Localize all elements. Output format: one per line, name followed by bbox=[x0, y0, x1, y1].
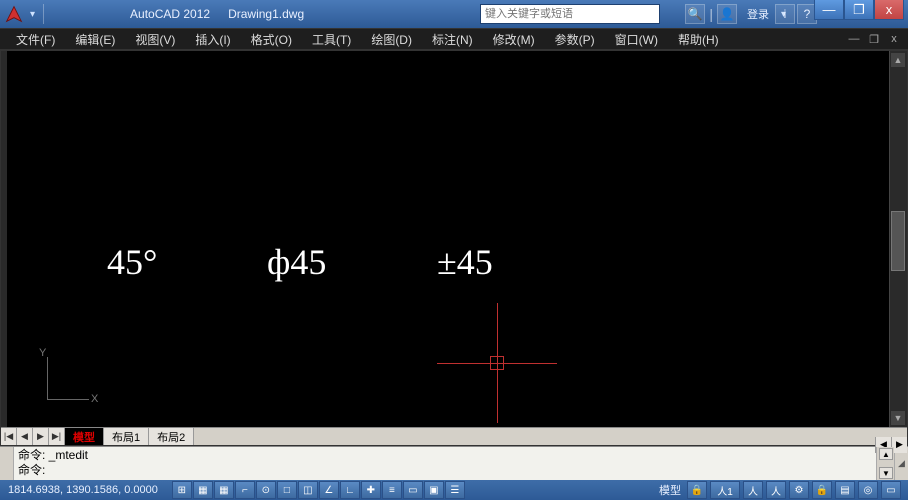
command-line-area: 命令: _mtedit 命令: ▲ ▼ ◢ bbox=[0, 446, 908, 480]
title-bar: ▾ AutoCAD 2012 Drawing1.dwg 🔍 | 👤 登录 ▾ i… bbox=[0, 0, 908, 28]
signin-person-icon[interactable]: 👤 bbox=[717, 4, 737, 24]
title-right-group: 🔍 | 👤 登录 ▾ bbox=[685, 0, 788, 28]
vertical-scrollbar-track[interactable]: ▲ ▼ bbox=[889, 51, 907, 445]
close-button[interactable]: x bbox=[874, 0, 904, 20]
quickaccess-dropdown-icon[interactable]: ▾ bbox=[28, 9, 37, 20]
status-right-group: 模型 🔒 人1 人 人 ⚙ 🔒 ▤ ◎ ▭ bbox=[659, 481, 902, 499]
drawing-canvas[interactable]: 45° ф45 ±45 Y X bbox=[7, 51, 889, 427]
title-sep: | bbox=[709, 6, 713, 22]
tab-nav-buttons: |◀ ◀ ▶ ▶| bbox=[1, 428, 65, 445]
minimize-button[interactable]: — bbox=[814, 0, 844, 20]
sb-polar[interactable]: ⊙ bbox=[256, 481, 276, 499]
maximize-button[interactable]: ❐ bbox=[844, 0, 874, 20]
menu-help[interactable]: 帮助(H) bbox=[668, 29, 729, 50]
sb-ortho[interactable]: ⌐ bbox=[235, 481, 255, 499]
status-toggle-group: ⊞ ▦ ▦ ⌐ ⊙ □ ◫ ∠ ∟ ✚ ≡ ▭ ▣ ☰ bbox=[172, 481, 466, 499]
command-line[interactable]: 命令: _mtedit 命令: bbox=[14, 447, 876, 480]
sb-snap[interactable]: ▦ bbox=[193, 481, 213, 499]
sb-workspace-icon[interactable]: ⚙ bbox=[789, 481, 809, 499]
signin-link[interactable]: 登录 bbox=[747, 6, 769, 22]
menu-insert[interactable]: 插入(I) bbox=[185, 29, 240, 50]
title-separator bbox=[43, 4, 44, 24]
ucs-x-axis bbox=[47, 399, 89, 400]
cmd-scroll-up-icon[interactable]: ▲ bbox=[879, 448, 893, 460]
doc-window-controls: — ❐ x bbox=[846, 31, 902, 47]
crosshair-v bbox=[497, 303, 498, 423]
drawing-text-diameter: ф45 bbox=[267, 241, 326, 283]
sb-lwt[interactable]: ≡ bbox=[382, 481, 402, 499]
command-prompt: 命令: bbox=[18, 463, 45, 477]
doc-restore-button[interactable]: ❐ bbox=[866, 31, 882, 47]
scroll-up-icon[interactable]: ▲ bbox=[891, 53, 905, 67]
doc-name: Drawing1.dwg bbox=[228, 7, 304, 21]
ucs-x-label: X bbox=[91, 393, 98, 405]
crosshair-h bbox=[437, 363, 557, 364]
ucs-y-label: Y bbox=[39, 347, 46, 359]
ucs-y-axis bbox=[47, 357, 48, 399]
app-name: AutoCAD 2012 bbox=[130, 7, 210, 21]
sb-viewport-lock-icon[interactable]: 🔒 bbox=[687, 481, 707, 499]
tab-model[interactable]: 模型 bbox=[65, 428, 104, 445]
menu-window[interactable]: 窗口(W) bbox=[605, 29, 668, 50]
tab-nav-prev[interactable]: ◀ bbox=[17, 428, 33, 445]
sb-cleanscreen-icon[interactable]: ▭ bbox=[881, 481, 901, 499]
menu-param[interactable]: 参数(P) bbox=[545, 29, 605, 50]
sb-annoscale[interactable]: 人1 bbox=[710, 481, 740, 499]
doc-minimize-button[interactable]: — bbox=[846, 31, 862, 47]
menu-edit[interactable]: 编辑(E) bbox=[65, 29, 125, 50]
sb-hardware-icon[interactable]: ▤ bbox=[835, 481, 855, 499]
sb-qp[interactable]: ▣ bbox=[424, 481, 444, 499]
search-box[interactable] bbox=[480, 4, 660, 24]
search-submit-icon[interactable]: 🔍 bbox=[685, 4, 705, 24]
window-controls: — ❐ x bbox=[814, 0, 904, 20]
menu-draw[interactable]: 绘图(D) bbox=[361, 29, 422, 50]
command-line-grip[interactable] bbox=[0, 447, 14, 480]
sb-tpy[interactable]: ▭ bbox=[403, 481, 423, 499]
tab-nav-last[interactable]: ▶| bbox=[49, 428, 65, 445]
crosshair-pickbox bbox=[490, 356, 504, 370]
menu-bar: 文件(F) 编辑(E) 视图(V) 插入(I) 格式(O) 工具(T) 绘图(D… bbox=[0, 28, 908, 50]
tab-layout2[interactable]: 布局2 bbox=[149, 428, 194, 445]
sb-toolbar-lock-icon[interactable]: 🔒 bbox=[812, 481, 832, 499]
sb-sc[interactable]: ☰ bbox=[445, 481, 465, 499]
menu-view[interactable]: 视图(V) bbox=[125, 29, 185, 50]
drawing-text-degree: 45° bbox=[107, 241, 157, 283]
menu-file[interactable]: 文件(F) bbox=[6, 29, 65, 50]
sb-isolate-icon[interactable]: ◎ bbox=[858, 481, 878, 499]
status-bar: 1814.6938, 1390.1586, 0.0000 ⊞ ▦ ▦ ⌐ ⊙ □… bbox=[0, 480, 908, 500]
drawing-text-plusminus: ±45 bbox=[437, 241, 493, 283]
command-scrollbar[interactable]: ▲ ▼ bbox=[876, 447, 894, 480]
tab-nav-next[interactable]: ▶ bbox=[33, 428, 49, 445]
coordinate-readout[interactable]: 1814.6938, 1390.1586, 0.0000 bbox=[0, 484, 166, 496]
tab-layout1[interactable]: 布局1 bbox=[104, 428, 149, 445]
sb-osnap[interactable]: □ bbox=[277, 481, 297, 499]
menu-tools[interactable]: 工具(T) bbox=[302, 29, 361, 50]
command-history-line: 命令: _mtedit bbox=[18, 448, 88, 462]
sb-3dosnap[interactable]: ◫ bbox=[298, 481, 318, 499]
sb-annovis[interactable]: 人 bbox=[766, 481, 786, 499]
layout-tab-row: |◀ ◀ ▶ ▶| 模型 布局1 布局2 ◀ ▶ bbox=[1, 427, 907, 445]
sb-otrack[interactable]: ∠ bbox=[319, 481, 339, 499]
sb-grid[interactable]: ▦ bbox=[214, 481, 234, 499]
cmd-scroll-down-icon[interactable]: ▼ bbox=[879, 467, 893, 479]
menu-dim[interactable]: 标注(N) bbox=[422, 29, 483, 50]
exchange-icon[interactable]: i bbox=[775, 4, 795, 24]
scroll-down-icon[interactable]: ▼ bbox=[891, 411, 905, 425]
sb-dyn[interactable]: ✚ bbox=[361, 481, 381, 499]
vertical-scrollbar-thumb[interactable] bbox=[891, 211, 905, 271]
menu-modify[interactable]: 修改(M) bbox=[483, 29, 545, 50]
drawing-area-wrap: 45° ф45 ±45 Y X ▲ ▼ |◀ ◀ ▶ ▶| 模型 布局1 布局2 bbox=[0, 50, 908, 446]
sb-infer[interactable]: ⊞ bbox=[172, 481, 192, 499]
tab-nav-first[interactable]: |◀ bbox=[1, 428, 17, 445]
sb-annoautoscale[interactable]: 人 bbox=[743, 481, 763, 499]
sb-ducs[interactable]: ∟ bbox=[340, 481, 360, 499]
menu-format[interactable]: 格式(O) bbox=[241, 29, 302, 50]
app-icon[interactable] bbox=[0, 0, 28, 28]
model-paper-toggle[interactable]: 模型 bbox=[659, 482, 681, 498]
search-input[interactable] bbox=[481, 6, 659, 22]
doc-close-button[interactable]: x bbox=[886, 31, 902, 47]
